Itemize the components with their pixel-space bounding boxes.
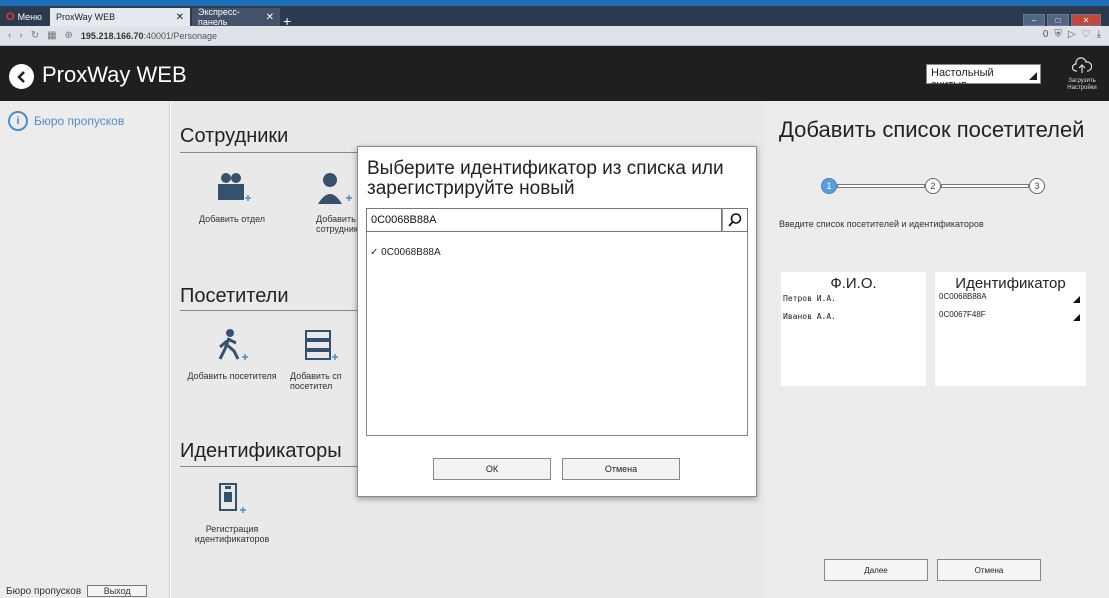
section-title-identifiers: Идентификаторы [180, 440, 342, 462]
tile-label: Добавить сотрудник [316, 214, 357, 234]
cloud-upload-icon [1071, 57, 1093, 73]
url-field[interactable]: 195.218.166.70:40001/Personage [81, 31, 217, 41]
tab-label: ProxWay WEB [56, 12, 116, 22]
panel-title: Добавить список посетителей [779, 117, 1085, 142]
sidebar [0, 101, 170, 598]
tab-label: Экспресс-панель [198, 7, 240, 27]
section-divider [180, 310, 357, 311]
minimize-button[interactable]: – [1023, 14, 1045, 26]
back-icon[interactable]: ‹ [8, 30, 11, 41]
list-item[interactable]: ✓ 0C0068B88A [370, 247, 441, 258]
reader-select[interactable]: Настольный считыв... [926, 64, 1041, 91]
info-icon: i [8, 111, 28, 131]
sidebar-footer: Бюро пропусков Выход [6, 585, 148, 597]
tile-add-visitor-list[interactable]: Добавить сп посетител [290, 325, 357, 391]
back-circle-icon[interactable] [9, 64, 34, 89]
footer-label: Бюро пропусков [6, 585, 82, 597]
url-path: :40001/Personage [143, 30, 218, 41]
section-divider [180, 466, 357, 467]
dialog-title: Выберите идентификатор из списка или зар… [367, 158, 724, 199]
counter-badge: 0 [1042, 29, 1049, 40]
close-tab-icon[interactable]: ✕ [266, 12, 274, 23]
load-settings-button[interactable]: Загрузить Настройки [1061, 57, 1103, 97]
close-tab-icon[interactable]: ✕ [176, 12, 184, 23]
search-button[interactable] [722, 208, 748, 232]
step-2: 2 [925, 178, 941, 194]
heart-icon[interactable]: ♡ [1082, 29, 1091, 40]
speed-dial-icon[interactable]: ▦ [47, 30, 56, 41]
browser-menu-label: Меню [17, 12, 42, 22]
identifier-header: Идентификатор [955, 275, 1066, 292]
tab-express-panel[interactable]: Экспресс-панель ✕ [192, 7, 280, 27]
section-title-employees: Сотрудники [180, 125, 289, 147]
step-connector [941, 184, 1029, 188]
next-button[interactable]: Далее [824, 559, 928, 581]
fio-header: Ф.И.О. [830, 275, 877, 292]
tile-add-employee[interactable]: Добавить сотрудник [290, 168, 357, 234]
address-bar-tools: 0 ⛨ ▷ ♡ ⤓ [1043, 29, 1101, 40]
close-window-button[interactable]: ✕ [1071, 14, 1101, 26]
fio-cell[interactable]: Петров И.А. [783, 294, 836, 303]
app-title: ProxWay WEB [42, 62, 187, 87]
search-icon [728, 213, 742, 227]
identifier-column: Идентификатор 0C0068B88A 0C0067F48F [935, 272, 1086, 386]
department-icon [187, 168, 277, 206]
tile-add-visitor[interactable]: Добавить посетителя [187, 325, 277, 381]
url-host: 195.218.166.70 [80, 30, 144, 41]
shield-icon[interactable]: ⛨ [1054, 29, 1062, 40]
sidebar-item-label: Бюро пропусков [34, 114, 125, 128]
identifier-list [366, 232, 748, 436]
maximize-button[interactable]: □ [1047, 14, 1069, 26]
dropdown-arrow-icon [1029, 72, 1037, 80]
opera-logo-icon: O [6, 11, 15, 23]
tile-label: Добавить сп посетител [290, 371, 342, 391]
sidebar-item-pass-bureau[interactable]: i Бюро пропусков [8, 111, 124, 131]
tile-label: Добавить посетителя [187, 371, 277, 381]
tile-add-department[interactable]: Добавить отдел [187, 168, 277, 224]
identifier-cell[interactable]: 0C0067F48F [939, 310, 986, 319]
reload-icon[interactable]: ↻ [31, 30, 39, 41]
browser-tab-bar: O Меню ProxWay WEB ✕ Экспресс-панель ✕ +… [0, 6, 1109, 29]
identifier-cell[interactable]: 0C0068B88A [939, 292, 987, 301]
badge-icon [187, 478, 277, 516]
identifier-search-input[interactable]: 0C0068B88A [366, 208, 722, 232]
panel-hint: Введите список посетителей и идентификат… [779, 219, 984, 229]
section-title-visitors: Посетители [180, 285, 289, 307]
tab-proxway[interactable]: ProxWay WEB ✕ [50, 8, 190, 26]
window-controls: – □ ✕ [1023, 14, 1101, 26]
dropdown-arrow-icon[interactable] [1073, 314, 1080, 321]
panel-cancel-button[interactable]: Отмена [937, 559, 1041, 581]
load-settings-label: Загрузить Настройки [1067, 78, 1097, 91]
visitor-walk-icon [187, 325, 277, 363]
step-1: 1 [821, 178, 837, 194]
forward-icon[interactable]: › [19, 30, 22, 41]
cancel-button[interactable]: Отмена [562, 458, 680, 480]
list-icon [290, 325, 357, 363]
employee-icon [290, 168, 357, 206]
logout-button[interactable]: Выход [87, 585, 148, 597]
fio-cell[interactable]: Иванов А.А. [783, 312, 836, 321]
section-divider [180, 152, 357, 153]
dropdown-arrow-icon[interactable] [1073, 296, 1080, 303]
address-bar: ‹ › ↻ ▦ ⊕ 195.218.166.70:40001/Personage… [0, 26, 1109, 46]
select-identifier-dialog: Выберите идентификатор из списка или зар… [357, 146, 757, 497]
step-connector [837, 184, 925, 188]
site-info-icon[interactable]: ⊕ [65, 30, 73, 41]
fio-column: Ф.И.О. Петров И.А. Иванов А.А. [781, 272, 926, 386]
tile-register-identifiers[interactable]: Регистрация идентификаторов [187, 478, 277, 544]
ok-button[interactable]: ОК [433, 458, 551, 480]
browser-menu-button[interactable]: O Меню [0, 8, 42, 26]
tile-label: Добавить отдел [198, 214, 266, 224]
play-icon[interactable]: ▷ [1068, 29, 1076, 40]
download-icon[interactable]: ⤓ [1097, 29, 1101, 40]
step-3: 3 [1029, 178, 1045, 194]
tile-label: Регистрация идентификаторов [194, 524, 270, 544]
